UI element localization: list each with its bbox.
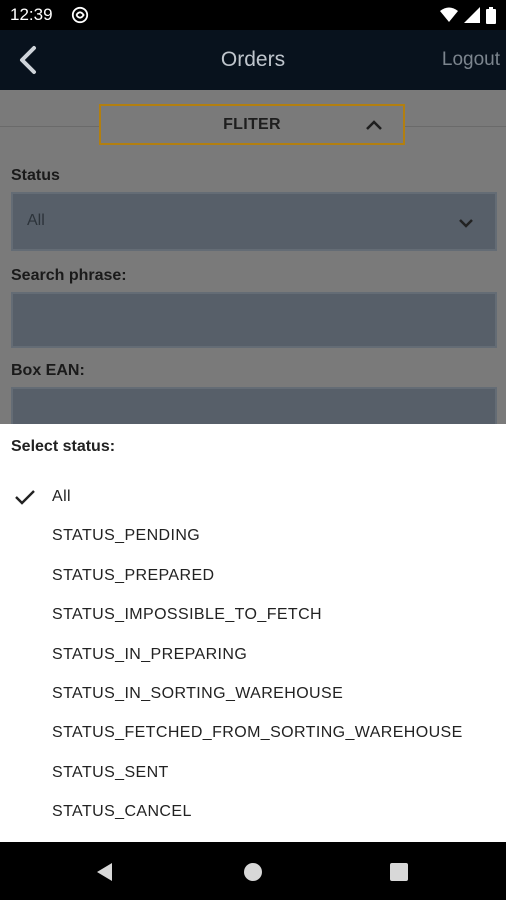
search-phrase-label: Search phrase: [11, 267, 127, 284]
status-label: Status [11, 167, 60, 184]
filter-toggle-label: FLITER [223, 115, 281, 133]
status-option[interactable]: STATUS_PENDING [0, 517, 506, 555]
page-title: Orders [220, 48, 286, 71]
sheet-heading: Select status: [11, 438, 116, 455]
status-select[interactable]: All [11, 192, 497, 251]
checkmark-icon [15, 490, 35, 505]
wifi-icon [440, 7, 458, 22]
signal-icon [464, 7, 480, 23]
status-option[interactable]: All [0, 478, 506, 516]
status-option[interactable]: STATUS_CANCEL [0, 793, 506, 831]
status-option-label: STATUS_CANCEL [52, 803, 192, 821]
divider [0, 126, 99, 127]
status-option-label: All [52, 488, 71, 505]
status-option-label: STATUS_PREPARED [52, 566, 215, 584]
status-option-label: STATUS_IMPOSSIBLE_TO_FETCH [52, 606, 323, 624]
status-option-label: STATUS_IN_PREPARING [52, 645, 248, 663]
navigation-bar [0, 842, 506, 900]
box-ean-label: Box EAN: [11, 362, 85, 379]
app-bar: Orders Logout [0, 30, 506, 90]
battery-icon [486, 6, 496, 24]
app-notification-icon [71, 6, 88, 24]
status-option[interactable]: STATUS_IN_SORTING_WAREHOUSE [0, 675, 506, 713]
nav-back-icon[interactable] [94, 861, 116, 883]
status-select-value: All [27, 212, 45, 229]
status-option[interactable]: STATUS_IN_PREPARING [0, 636, 506, 674]
status-option-label: STATUS_FETCHED_FROM_SORTING_WAREHOUSE [52, 724, 463, 742]
status-option[interactable]: STATUS_IMPOSSIBLE_TO_FETCH [0, 596, 506, 634]
status-option[interactable]: STATUS_PREPARED [0, 557, 506, 595]
nav-home-icon[interactable] [242, 861, 264, 883]
filter-panel: FLITER Status All Search phrase: Box EAN… [0, 90, 506, 424]
box-ean-input[interactable] [11, 387, 497, 424]
chevron-down-icon [459, 219, 473, 228]
divider [405, 126, 506, 127]
filter-toggle-button[interactable]: FLITER [99, 104, 405, 145]
status-picker-sheet: Select status: All STATUS_PENDING STATUS_P… [0, 424, 506, 842]
logout-button[interactable]: Logout [442, 49, 500, 71]
status-option[interactable]: STATUS_SENT [0, 754, 506, 792]
status-time: 12:39 [10, 5, 53, 24]
status-option-label: STATUS_PENDING [52, 527, 201, 545]
status-bar: 12:39 [0, 0, 506, 30]
nav-recents-icon[interactable] [388, 861, 410, 883]
status-option[interactable]: STATUS_FETCHED_FROM_SORTING_WAREHOUSE [0, 714, 506, 752]
chevron-up-icon [366, 120, 382, 130]
status-option-label: STATUS_SENT [52, 763, 169, 781]
status-option-label: STATUS_IN_SORTING_WAREHOUSE [52, 685, 344, 702]
search-phrase-input[interactable] [11, 292, 497, 348]
